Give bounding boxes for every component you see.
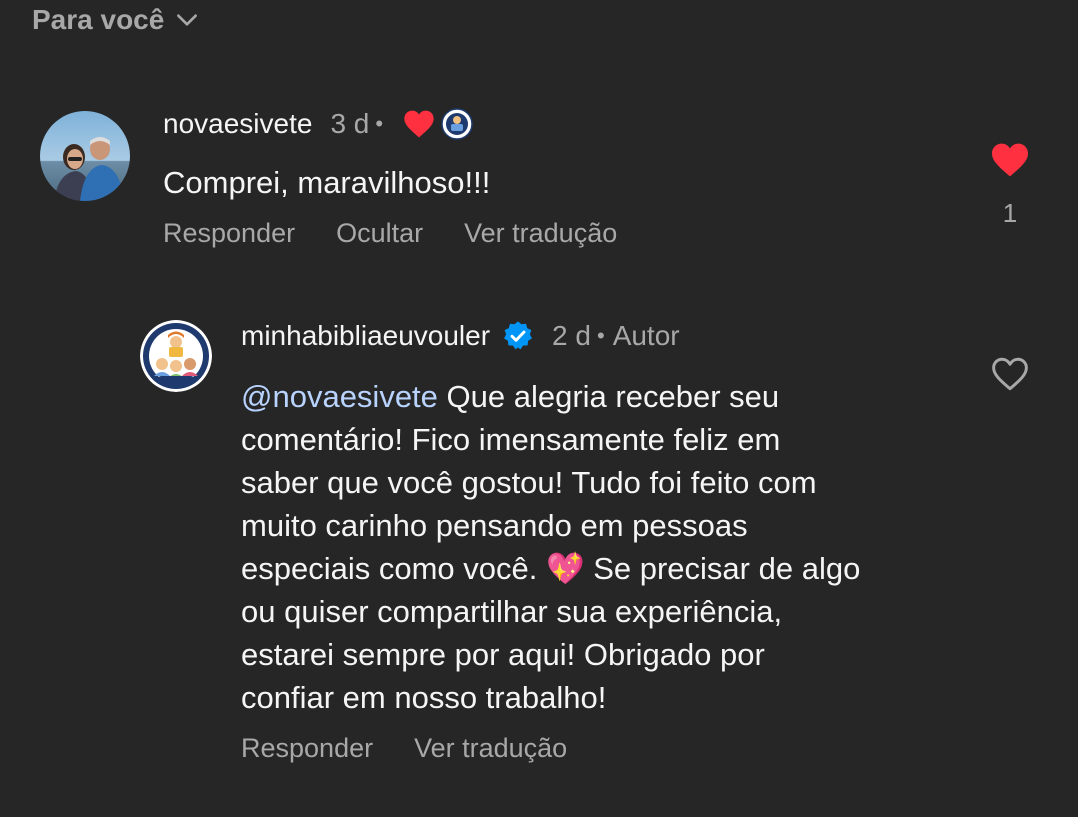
reply-line: ou quiser compartilhar sua experiência,: [241, 594, 783, 629]
reply-line: comentário! Fico imensamente feliz em: [241, 422, 781, 457]
comment-time: 3 d: [330, 108, 370, 139]
chevron-down-icon: [177, 14, 198, 26]
reply-button[interactable]: Responder: [163, 218, 295, 249]
separator-dot: •: [375, 111, 384, 136]
reply-time: 2 d: [552, 320, 591, 351]
reply-text: @novaesivete Que alegria receber seu com…: [241, 375, 961, 719]
avatar[interactable]: [140, 320, 212, 392]
creator-avatar-icon: [441, 108, 473, 140]
comment-username[interactable]: novaesivete: [163, 108, 312, 140]
reply-meta: minhabibliaeuvouler 2 d • Autor: [241, 316, 680, 356]
heart-outline-icon[interactable]: [990, 356, 1030, 392]
sparkling-heart-emoji: 💖: [545, 551, 585, 586]
reply-line: muito carinho pensando em pessoas: [241, 508, 748, 543]
mention-link[interactable]: @novaesivete: [241, 379, 438, 414]
comment-actions: Responder Ocultar Ver tradução: [163, 218, 617, 249]
reply-line: confiar em nosso trabalho!: [241, 680, 607, 715]
sort-filter-dropdown[interactable]: Para você: [32, 4, 200, 36]
reply-line-text: Que alegria receber seu: [437, 379, 780, 414]
separator-dot: •: [596, 323, 605, 348]
reply-line: @novaesivete Que alegria receber seu: [241, 375, 961, 418]
author-label: Autor: [612, 320, 680, 351]
comment-text: Comprei, maravilhoso!!!: [163, 165, 491, 200]
comment-meta: novaesivete 3 d •: [163, 104, 473, 144]
avatar[interactable]: [40, 111, 130, 201]
see-translation-button[interactable]: Ver tradução: [414, 733, 567, 764]
reply-line: estarei sempre por aqui! Obrigado por: [241, 637, 765, 672]
reply-button[interactable]: Responder: [241, 733, 373, 764]
see-translation-button[interactable]: Ver tradução: [464, 218, 617, 249]
heart-icon[interactable]: [990, 142, 1030, 178]
filter-label: Para você: [32, 4, 165, 35]
hide-button[interactable]: Ocultar: [336, 218, 423, 249]
reply-username[interactable]: minhabibliaeuvouler: [241, 320, 490, 352]
verified-badge-icon: [504, 321, 533, 350]
reply-line: especiais como você. 💖 Se precisar de al…: [241, 547, 961, 590]
reply-actions: Responder Ver tradução: [241, 733, 567, 764]
reply-line-text: Se precisar de algo: [584, 551, 861, 586]
reply-line: saber que você gostou! Tudo foi feito co…: [241, 465, 817, 500]
reply-line-text: especiais como você.: [241, 551, 546, 586]
creator-liked-heart-icon: [404, 110, 434, 138]
comments-panel: Para você novaesivete 3 d • Comprei, mar…: [0, 0, 1078, 817]
like-count: 1: [1002, 198, 1018, 228]
